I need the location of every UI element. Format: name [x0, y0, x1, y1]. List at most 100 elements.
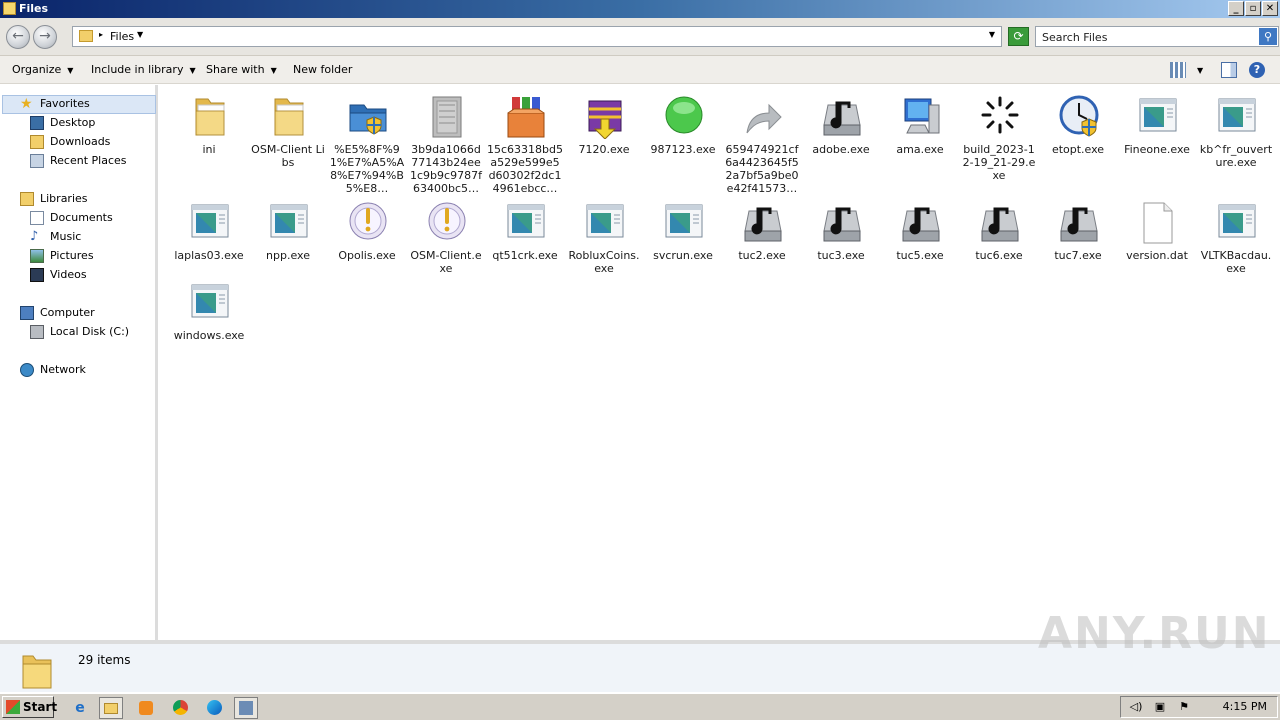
- spinner-icon: [980, 95, 1020, 139]
- file-item[interactable]: OSM-Client.exe: [408, 193, 484, 293]
- file-name: etopt.exe: [1051, 143, 1105, 156]
- forward-button[interactable]: →: [33, 25, 57, 49]
- chevron-right-icon[interactable]: ▸: [99, 30, 103, 39]
- file-item[interactable]: build_2023-12-19_21-29.exe: [961, 87, 1037, 187]
- chrome-icon[interactable]: [168, 697, 192, 719]
- folder-icon: [20, 650, 54, 690]
- videos-icon: [30, 268, 44, 282]
- search-input[interactable]: Search Files ⚲: [1035, 26, 1279, 47]
- file-item[interactable]: svcrun.exe: [645, 193, 721, 293]
- file-item[interactable]: windows.exe: [171, 273, 247, 373]
- file-name: tuc6.exe: [975, 249, 1023, 262]
- file-item[interactable]: VLTKBacdau.exe: [1198, 193, 1274, 293]
- close-button[interactable]: ✕: [1262, 1, 1278, 16]
- item-count: 29 items: [78, 653, 131, 667]
- organize-button[interactable]: Organize ▼: [12, 63, 73, 76]
- file-item[interactable]: 15c63318bd5a529e599e5d60302f2dc14961ebcc…: [487, 87, 563, 195]
- app-taskbar-icon[interactable]: [234, 697, 258, 719]
- file-item[interactable]: 3b9da1066d77143b24ee1c9b9c9787f63400bc5…: [408, 87, 484, 195]
- folder-icon: [79, 30, 93, 42]
- back-button[interactable]: ←: [6, 25, 30, 49]
- address-bar-area: ← → ▸ Files ▼ ▼ ⟳ Search Files ⚲: [0, 18, 1280, 56]
- file-name: Fineone.exe: [1124, 143, 1190, 156]
- search-icon[interactable]: ⚲: [1259, 28, 1277, 45]
- file-item[interactable]: tuc3.exe: [803, 193, 879, 293]
- file-name: version.dat: [1126, 249, 1188, 262]
- share-with-button[interactable]: Share with ▼: [206, 63, 277, 76]
- window-app-icon: [1217, 201, 1257, 245]
- refresh-button[interactable]: ⟳: [1008, 27, 1029, 46]
- file-item[interactable]: 987123.exe: [645, 87, 721, 187]
- file-item[interactable]: ini: [171, 87, 247, 187]
- file-item[interactable]: adobe.exe: [803, 87, 879, 187]
- view-options-icon[interactable]: [1170, 62, 1186, 78]
- file-item[interactable]: tuc2.exe: [724, 193, 800, 293]
- window-app-icon: [1217, 95, 1257, 139]
- file-name: tuc3.exe: [817, 249, 865, 262]
- file-name: 15c63318bd5a529e599e5d60302f2dc14961ebcc…: [487, 143, 564, 195]
- file-name: ini: [202, 143, 216, 156]
- file-item[interactable]: RobluxCoins.exe: [566, 193, 642, 293]
- view-dropdown-chevron-icon[interactable]: ▼: [1197, 66, 1203, 75]
- edge-icon[interactable]: [202, 697, 226, 719]
- new-folder-button[interactable]: New folder: [293, 63, 352, 76]
- desktop-icon: [30, 116, 44, 130]
- clock[interactable]: 4:15 PM: [1223, 700, 1267, 713]
- file-item[interactable]: 659474921cf6a4423645f52a7bf5a9be0e42f415…: [724, 87, 800, 195]
- file-name: OSM-Client Libs: [251, 143, 325, 169]
- internet-explorer-icon[interactable]: e: [68, 697, 92, 719]
- maximize-button[interactable]: ▫: [1245, 1, 1261, 16]
- file-name: npp.exe: [266, 249, 310, 262]
- media-player-icon[interactable]: [134, 697, 158, 719]
- chevron-down-icon[interactable]: ▼: [137, 30, 143, 39]
- file-item[interactable]: 7120.exe: [566, 87, 642, 187]
- file-item[interactable]: ama.exe: [882, 87, 958, 187]
- flag-icon[interactable]: ⚑: [1177, 700, 1191, 714]
- include-in-library-button[interactable]: Include in library ▼: [91, 63, 196, 76]
- file-name: RobluxCoins.exe: [568, 249, 640, 275]
- file-item[interactable]: tuc6.exe: [961, 193, 1037, 293]
- file-name: qt51crk.exe: [492, 249, 558, 262]
- file-item[interactable]: version.dat: [1119, 193, 1195, 293]
- file-name: ama.exe: [896, 143, 944, 156]
- file-name: %E5%8F%91%E7%A5%A8%E7%94%B5%E8…: [329, 143, 405, 195]
- address-history-dropdown[interactable]: ▼: [989, 30, 995, 39]
- window-app-icon: [190, 201, 230, 245]
- file-name: Opolis.exe: [338, 249, 396, 262]
- file-item[interactable]: tuc5.exe: [882, 193, 958, 293]
- music-drive-icon: [1059, 201, 1099, 245]
- file-item[interactable]: tuc7.exe: [1040, 193, 1116, 293]
- file-item[interactable]: qt51crk.exe: [487, 193, 563, 293]
- file-item[interactable]: kb^fr_ouverture.exe: [1198, 87, 1274, 187]
- start-button[interactable]: Start: [2, 696, 57, 718]
- computer-icon: [901, 95, 941, 139]
- pictures-icon: [30, 249, 44, 263]
- shield-folder-icon: [348, 95, 388, 139]
- help-icon[interactable]: ?: [1249, 62, 1265, 78]
- speaker-icon[interactable]: ◁): [1129, 700, 1143, 714]
- preview-pane-icon[interactable]: [1221, 62, 1237, 78]
- arrow-icon: [743, 95, 783, 139]
- network-tray-icon[interactable]: ▣: [1153, 700, 1167, 714]
- file-name: OSM-Client.exe: [410, 249, 482, 275]
- file-name: build_2023-12-19_21-29.exe: [962, 143, 1036, 182]
- file-name: tuc5.exe: [896, 249, 944, 262]
- drive-icon: [30, 325, 44, 339]
- file-name: 987123.exe: [650, 143, 716, 156]
- explorer-taskbar-icon[interactable]: [99, 697, 123, 719]
- window-title: Files: [19, 2, 49, 15]
- music-drive-icon: [822, 95, 862, 139]
- clock-shield-icon: [1059, 95, 1099, 139]
- file-item[interactable]: etopt.exe: [1040, 87, 1116, 187]
- file-item[interactable]: Opolis.exe: [329, 193, 405, 293]
- file-item[interactable]: npp.exe: [250, 193, 326, 293]
- warning-disc-icon: [427, 201, 467, 245]
- file-item[interactable]: Fineone.exe: [1119, 87, 1195, 187]
- window-app-icon: [664, 201, 704, 245]
- file-item[interactable]: OSM-Client Libs: [250, 87, 326, 187]
- file-item[interactable]: %E5%8F%91%E7%A5%A8%E7%94%B5%E8…: [329, 87, 405, 195]
- address-box[interactable]: ▸ Files ▼ ▼: [72, 26, 1002, 47]
- minimize-button[interactable]: _: [1228, 1, 1244, 16]
- breadcrumb-files[interactable]: Files: [110, 30, 134, 43]
- music-drive-icon: [980, 201, 1020, 245]
